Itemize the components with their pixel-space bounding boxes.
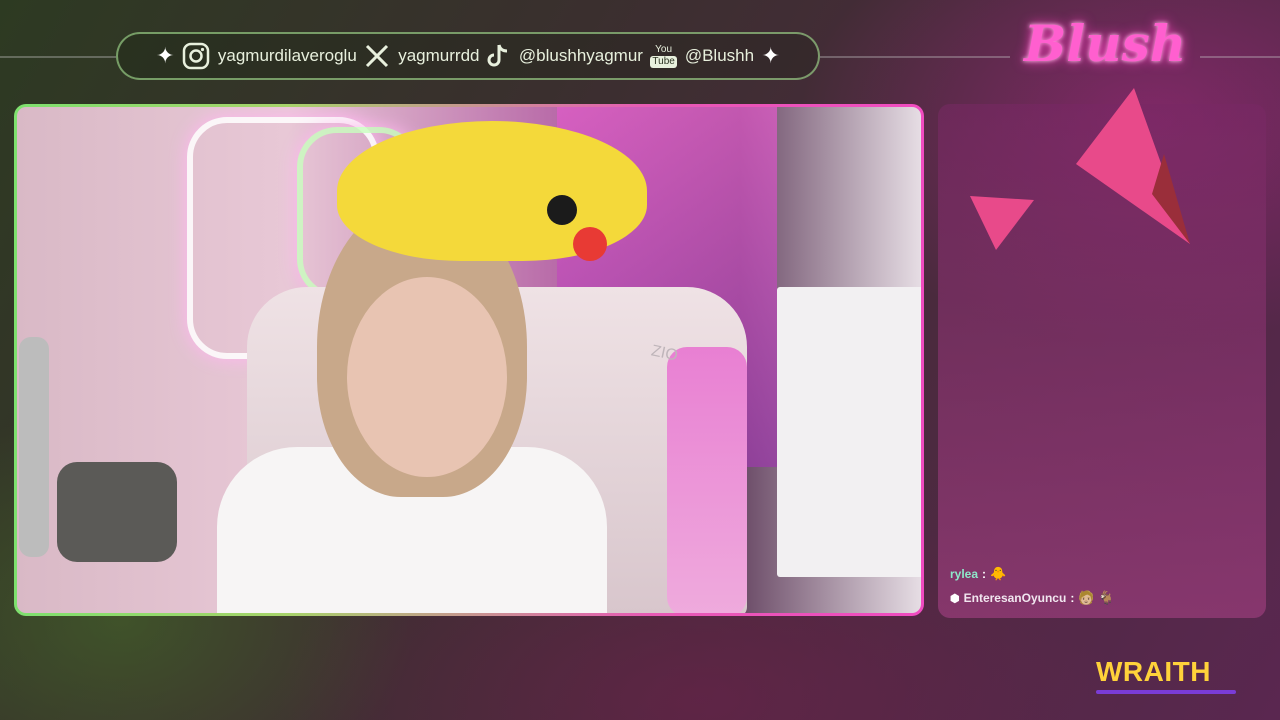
youtube-badge-bottom: Tube (650, 55, 677, 68)
chat-message: rylea : 🐥 (950, 566, 1114, 582)
webcam-feed: ZIO (17, 107, 921, 613)
webcam-frame: ZIO (14, 104, 924, 616)
face (347, 277, 507, 477)
sparkle-icon: ✦ (761, 43, 780, 68)
social-instagram[interactable]: yagmurdilaveroglu (182, 42, 357, 70)
top-line-right (820, 56, 1010, 58)
social-bar: ✦ yagmurdilaveroglu yagmurrdd @blushhyag… (116, 32, 820, 80)
chat-panel: rylea : 🐥 ⬢ EnteresanOyuncu : 🧑🏼 🐐 (938, 88, 1266, 618)
chair-pink-trim (667, 347, 747, 613)
pikachu-eye (547, 195, 577, 225)
microphone (57, 462, 177, 562)
social-x[interactable]: yagmurrdd (364, 43, 479, 69)
youtube-handle: @Blushh (684, 46, 755, 65)
tiktok-icon (487, 43, 511, 69)
chat-emote-icon: 🐥 (990, 566, 1007, 581)
youtube-badge-top: You (655, 43, 673, 55)
youtube-icon: You Tube (650, 43, 677, 68)
top-line-far-right (1200, 56, 1280, 58)
chat-separator: : (1070, 591, 1075, 605)
chat-username[interactable]: rylea (950, 567, 978, 581)
chat-messages: rylea : 🐥 ⬢ EnteresanOyuncu : 🧑🏼 🐐 (950, 566, 1114, 614)
sponsor-underline (1096, 690, 1236, 694)
x-icon (364, 43, 390, 69)
social-youtube[interactable]: You Tube @Blushh (650, 43, 755, 68)
sponsor-logo: WRAITH (1096, 656, 1211, 687)
instagram-handle: yagmurdilaveroglu (217, 46, 357, 65)
pikachu-cheek (573, 227, 607, 261)
chat-username[interactable]: EnteresanOyuncu (964, 591, 1067, 605)
sparkle-icon: ✦ (156, 43, 175, 68)
chat-emote-icon: 🧑🏼 🐐 (1078, 590, 1115, 605)
x-handle: yagmurrdd (398, 46, 480, 65)
chat-message: ⬢ EnteresanOyuncu : 🧑🏼 🐐 (950, 590, 1114, 606)
instagram-icon (182, 42, 210, 70)
tiktok-handle: @blushhyagmur (518, 46, 643, 65)
devil-horn-left-icon (968, 192, 1038, 257)
chat-separator: : (982, 567, 987, 581)
mic-arm (19, 337, 49, 557)
social-tiktok[interactable]: @blushhyagmur (487, 43, 643, 69)
blush-logo: Blush (1024, 14, 1187, 73)
top-line-left (0, 56, 116, 58)
badge-icon: ⬢ (950, 592, 960, 605)
devil-horn-right-icon (1074, 84, 1194, 259)
dresser (777, 287, 921, 577)
